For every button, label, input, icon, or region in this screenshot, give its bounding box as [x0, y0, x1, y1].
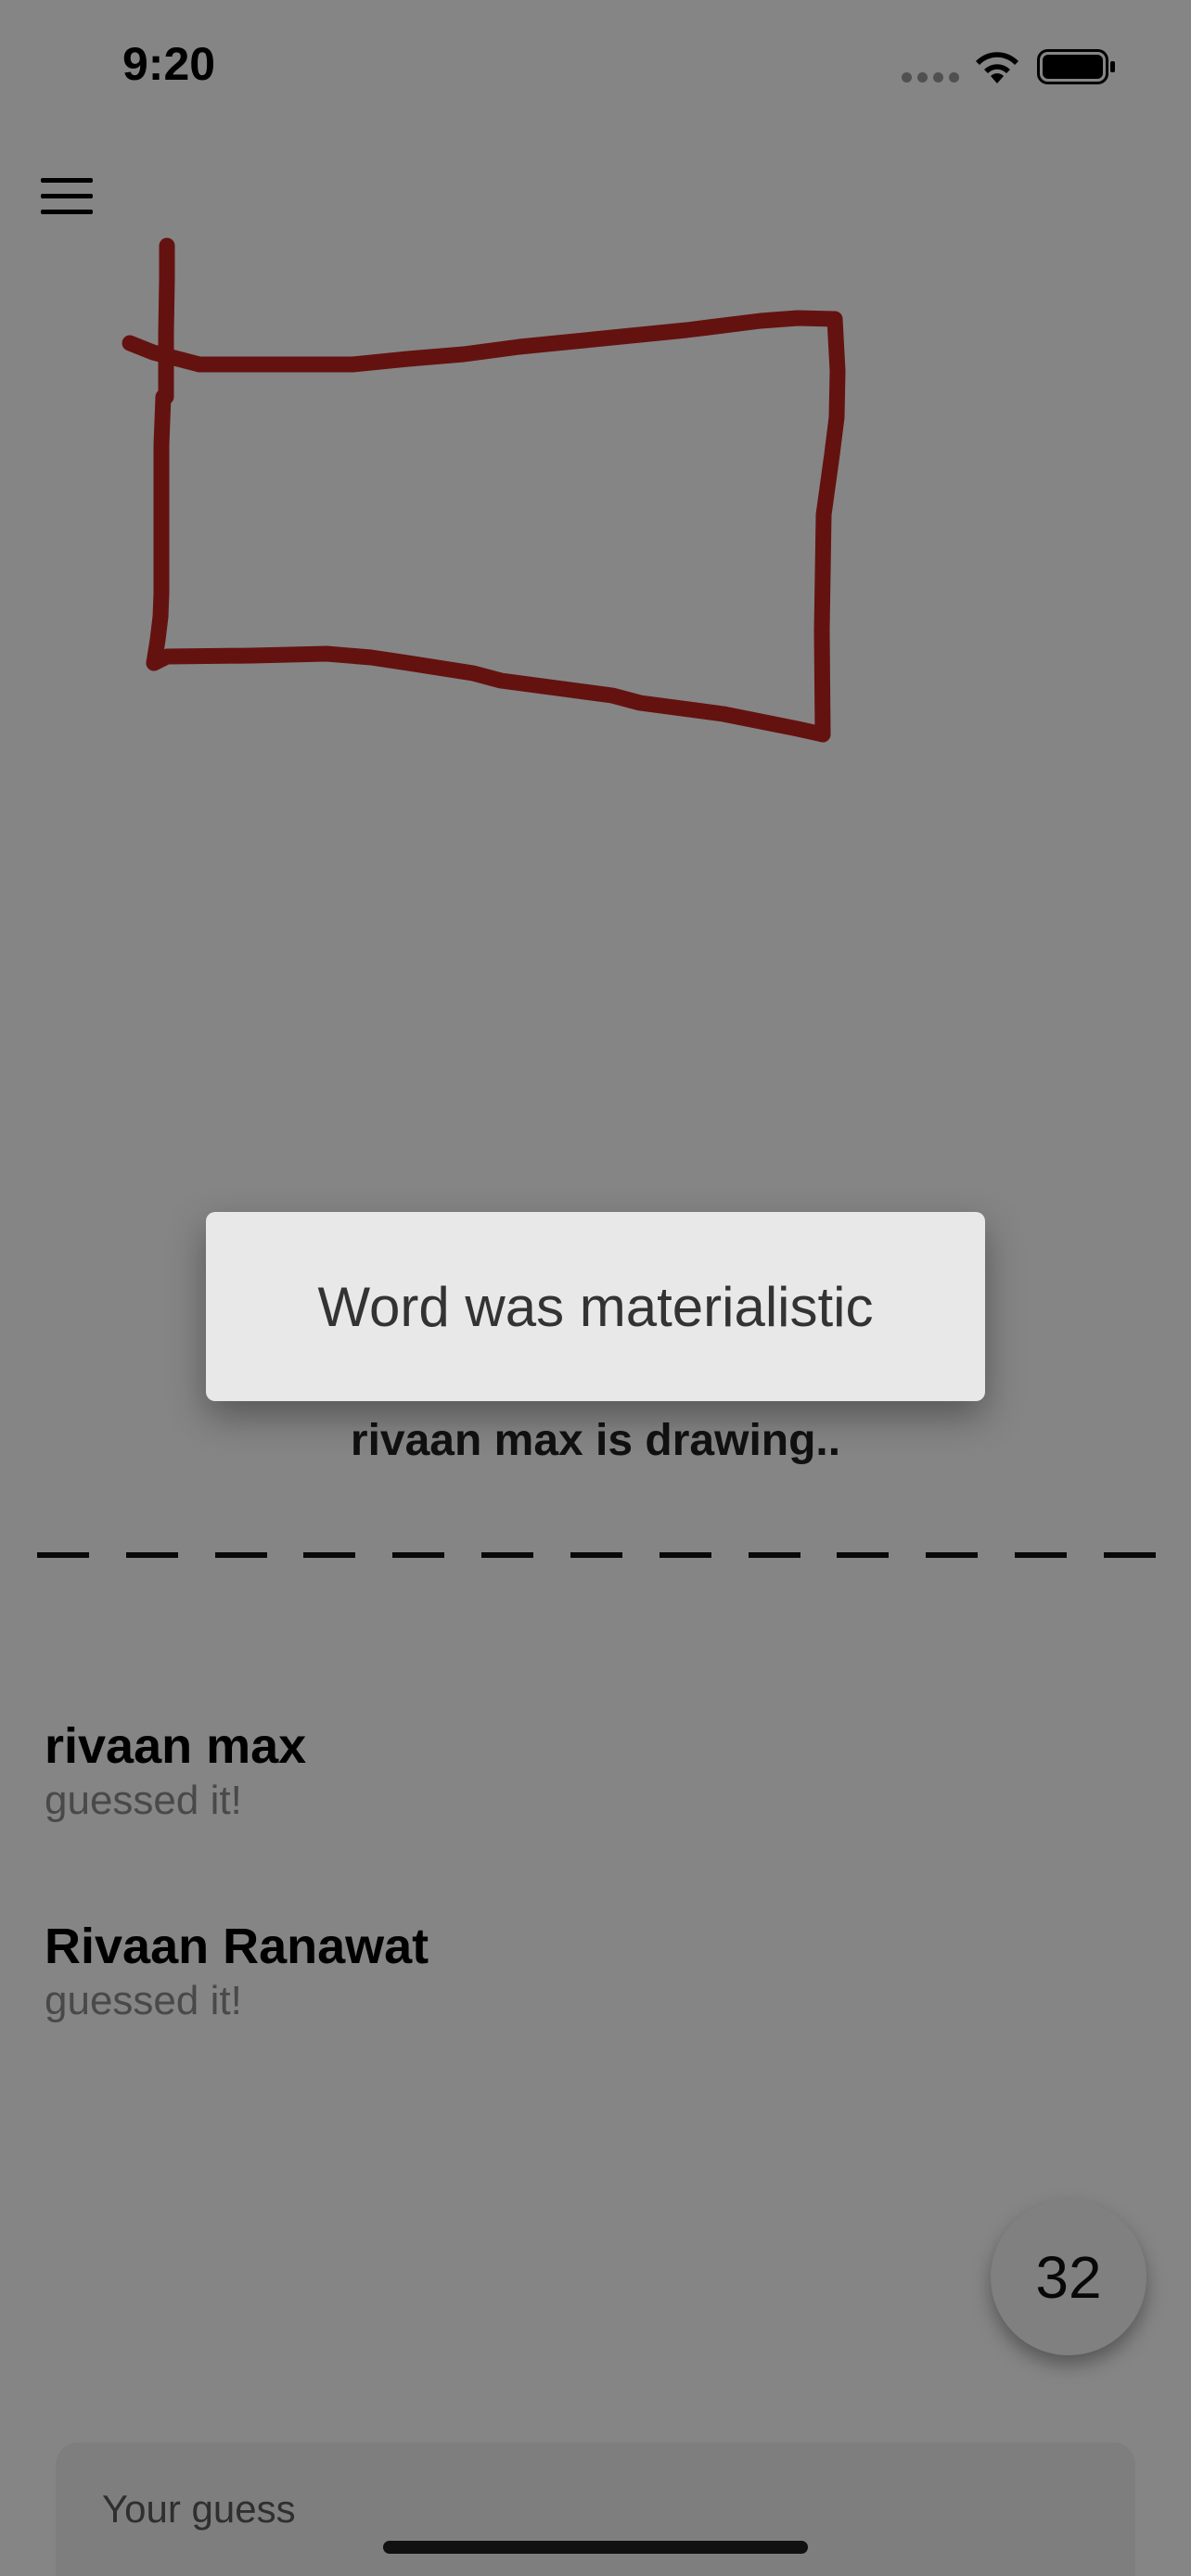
word-reveal-dialog: Word was materialistic — [206, 1212, 985, 1401]
word-reveal-message: Word was materialistic — [317, 1275, 874, 1338]
home-indicator[interactable] — [383, 2541, 808, 2554]
game-screen: 9:20 rivaan max is drawing.. rivaan max g… — [0, 0, 1191, 2576]
